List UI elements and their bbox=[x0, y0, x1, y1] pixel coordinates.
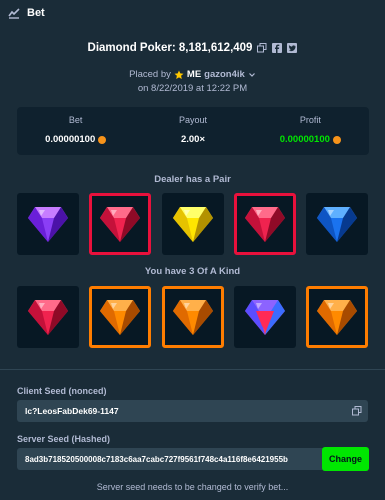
bet-date: on 8/22/2019 at 12:22 PM bbox=[137, 83, 248, 94]
bet-label: Bet bbox=[68, 115, 83, 125]
divider bbox=[0, 369, 385, 370]
btc-coin-icon bbox=[332, 135, 341, 144]
twitter-icon[interactable] bbox=[287, 43, 298, 53]
profit-label: Profit bbox=[299, 115, 321, 125]
star-icon bbox=[174, 70, 184, 80]
payout-label: Payout bbox=[178, 115, 207, 125]
dealer-card bbox=[161, 193, 224, 255]
placed-by-line: Placed by ME gazon4ik bbox=[0, 69, 385, 80]
bet-value: 0.00000100 bbox=[45, 134, 96, 145]
username-link[interactable]: gazon4ik bbox=[204, 69, 245, 80]
orange-gem-icon bbox=[99, 298, 141, 336]
dealer-card bbox=[89, 193, 152, 255]
server-seed-field: Change bbox=[17, 447, 369, 471]
player-card bbox=[306, 286, 368, 348]
bet-header: Diamond Poker: 8,181,612,409 Placed by M… bbox=[0, 42, 385, 94]
copy-icon[interactable] bbox=[346, 400, 368, 422]
titlebar: Bet bbox=[0, 0, 385, 26]
placed-by-label: Placed by bbox=[129, 69, 171, 80]
window-title: Bet bbox=[27, 7, 45, 19]
dealer-card bbox=[17, 193, 79, 255]
yellow-gem-icon bbox=[172, 205, 214, 243]
payout-stat: Payout 2.00× bbox=[134, 107, 251, 155]
profit-stat: Profit 0.00000100 bbox=[252, 107, 369, 155]
player-hand bbox=[17, 286, 368, 348]
orange-gem-icon bbox=[172, 298, 214, 336]
orange-gem-icon bbox=[316, 298, 358, 336]
dealer-result-label: Dealer has a Pair bbox=[154, 174, 231, 185]
player-result-label: You have 3 Of A Kind bbox=[144, 266, 241, 277]
bet-amount-stat: Bet 0.00000100 bbox=[17, 107, 134, 155]
chevron-down-icon[interactable] bbox=[248, 71, 256, 79]
blue-gem-icon bbox=[316, 205, 358, 243]
verify-hint: Server seed needs to be changed to verif… bbox=[96, 482, 289, 492]
dealer-hand bbox=[17, 193, 368, 255]
facebook-icon[interactable] bbox=[272, 43, 283, 53]
red-gem-icon bbox=[27, 298, 69, 336]
server-seed-label: Server Seed (Hashed) bbox=[17, 434, 111, 444]
server-seed-input[interactable] bbox=[17, 448, 322, 470]
change-seed-button[interactable]: Change bbox=[322, 447, 369, 471]
copy-icon[interactable] bbox=[257, 43, 267, 53]
multicolor-gem-icon bbox=[244, 298, 286, 336]
payout-value: 2.00× bbox=[180, 134, 206, 145]
player-card bbox=[233, 286, 296, 348]
dealer-card bbox=[306, 193, 368, 255]
player-card bbox=[161, 286, 224, 348]
dealer-card bbox=[233, 193, 296, 255]
red-gem-icon bbox=[99, 205, 141, 243]
profit-value: 0.00000100 bbox=[279, 134, 330, 145]
player-card bbox=[89, 286, 152, 348]
btc-coin-icon bbox=[98, 135, 107, 144]
client-seed-label: Client Seed (nonced) bbox=[17, 386, 107, 396]
bet-slip-icon bbox=[8, 7, 20, 19]
red-gem-icon bbox=[244, 205, 286, 243]
bet-stats-panel: Bet 0.00000100 Payout 2.00× Profit 0.000… bbox=[17, 107, 369, 155]
purple-gem-icon bbox=[27, 205, 69, 243]
player-card bbox=[17, 286, 79, 348]
client-seed-field bbox=[17, 400, 368, 422]
client-seed-input[interactable] bbox=[17, 400, 346, 422]
vip-badge-label: ME bbox=[186, 69, 202, 80]
game-title: Diamond Poker: 8,181,612,409 bbox=[87, 42, 253, 54]
